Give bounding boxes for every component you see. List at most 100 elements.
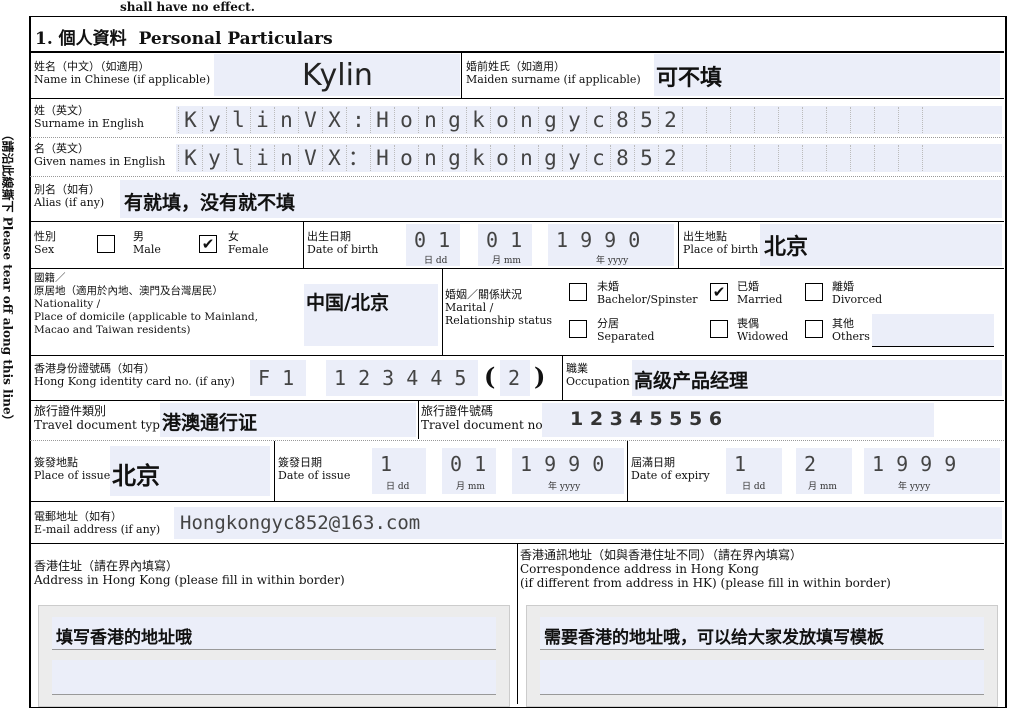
char-cell [874,145,898,171]
char-cell [754,107,778,133]
female-checkbox[interactable]: ✔ [199,235,217,253]
char-cell [754,145,778,171]
marital-label: 婚姻／關係狀況 Marital / Relationship status [445,288,552,327]
divorced-label: 離婚 Divorced [832,280,882,306]
bachelor-zh: 未婚 [597,280,619,293]
chinese-name-label-en: Name in Chinese (if applicable) [34,73,211,86]
char-cell: l [226,107,250,133]
travel-type-label: 旅行證件類別 Travel document type [34,404,167,432]
char-cell [682,107,706,133]
dob-year-hint: 年 yyyy [596,256,629,266]
char-cell: ： [346,145,369,171]
section-title-en: Personal Particulars [138,29,333,49]
char-cell: 5 [634,145,658,171]
email-value: Hongkongyc852@163.com [180,512,421,534]
expiry-year: 1 9 9 9 [872,452,957,476]
char-cell [922,107,946,133]
travel-no-value: 1 2 3 4 5 5 5 6 [570,408,723,430]
char-cell [682,145,706,171]
given-label-zh: 名（英文） [34,142,89,155]
widowed-label: 喪偶 Widowed [737,317,788,343]
hk-address-line-2[interactable] [52,660,496,695]
dob-day: 0 1 [414,228,451,252]
char-cell: y [562,145,586,171]
issue-year: 1 9 9 0 [520,452,605,476]
surname-cells: KylinVX:Hongkongyc852 [178,107,946,133]
expiry-year-hint: 年 yyyy [898,482,931,492]
pob-label-zh: 出生地點 [683,230,727,243]
others-checkbox[interactable] [805,320,823,338]
alias-label: 別名（如有） Alias (if any) [34,183,104,209]
bachelor-checkbox[interactable] [569,283,587,301]
char-cell [706,107,730,133]
email-label: 電郵地址（如有） E-mail address (if any) [34,510,160,536]
issue-day: 1 [380,452,393,476]
char-cell: n [274,107,298,133]
corr-address-value: 需要香港的地址哦，可以给大家发放填写模板 [544,628,884,648]
char-cell [850,107,874,133]
section-number: 1. [35,29,53,49]
married-en: Married [737,293,783,306]
others-label: 其他 Others [832,317,870,343]
char-cell: g [538,107,562,133]
surname-label: 姓（英文） Surname in English [34,104,144,130]
issue-place-value: 北京 [112,461,160,490]
male-checkbox[interactable] [97,235,115,253]
char-cell: n [418,107,442,133]
char-cell: o [394,145,418,171]
issue-place-label-en: Place of issue [34,469,111,482]
hkid-digits: 1 2 3 4 4 5 [334,366,467,390]
char-cell [730,145,754,171]
others-zh: 其他 [832,317,854,330]
surname-label-zh: 姓（英文） [34,104,89,117]
married-checkbox[interactable]: ✔ [710,283,728,301]
separated-en: Separated [597,330,655,343]
others-en: Others [832,330,870,343]
nationality-value: 中国/北京 [306,292,389,314]
issue-year-hint: 年 yyyy [548,482,581,492]
others-field[interactable] [872,314,994,347]
char-cell: o [394,107,418,133]
corr-address-label-en2: (if different from address in HK) (pleas… [520,576,891,590]
char-cell [826,145,850,171]
issue-date-label-zh: 簽發日期 [278,456,322,469]
char-cell: K [178,107,202,133]
char-cell: H [370,107,394,133]
hkid-prefix: F 1 [258,366,295,390]
dob-day-hint: 日 dd [424,256,448,266]
char-cell: 8 [610,107,634,133]
corr-address-label: 香港通訊地址（如與香港住址不同）（請在界內填寫） Correspondence … [520,548,891,590]
char-cell: n [514,145,538,171]
travel-no-label: 旅行證件號碼 Travel document no. [421,404,546,432]
hkid-label: 香港身份證號碼（如有） Hong Kong identity card no. … [34,362,235,388]
widowed-checkbox[interactable] [710,320,728,338]
dob-month: 0 1 [486,228,523,252]
separated-zh: 分居 [597,317,619,330]
alias-value: 有就填，没有就不填 [124,192,296,214]
issue-place-label-zh: 簽發地點 [34,456,78,469]
occupation-label: 職業 Occupation [566,362,630,388]
char-cell: i [250,145,274,171]
divorced-checkbox[interactable] [805,283,823,301]
char-cell: i [250,107,274,133]
char-cell [826,107,850,133]
char-cell: V [298,107,322,133]
chinese-name-label-zh: 姓名（中文）（如適用） [34,60,150,73]
male-label-zh: 男 [133,230,144,243]
char-cell: y [562,107,586,133]
char-cell: n [418,145,442,171]
travel-type-label-en: Travel document type [34,418,168,432]
section-header: 1. 個人資料 Personal Particulars [35,24,333,49]
travel-no-label-en: Travel document no. [421,418,547,432]
married-label: 已婚 Married [737,280,782,306]
separated-checkbox[interactable] [569,320,587,338]
pob-label: 出生地點 Place of birth [683,230,758,256]
corr-address-line-2[interactable] [540,660,984,695]
char-cell: o [490,145,514,171]
expiry-label-zh: 屆滿日期 [631,456,675,469]
female-label: 女 Female [228,230,269,256]
char-cell: y [202,145,226,171]
nationality-l3: Nationality / [34,298,101,310]
char-cell [874,107,898,133]
email-label-zh: 電郵地址（如有） [34,510,122,523]
